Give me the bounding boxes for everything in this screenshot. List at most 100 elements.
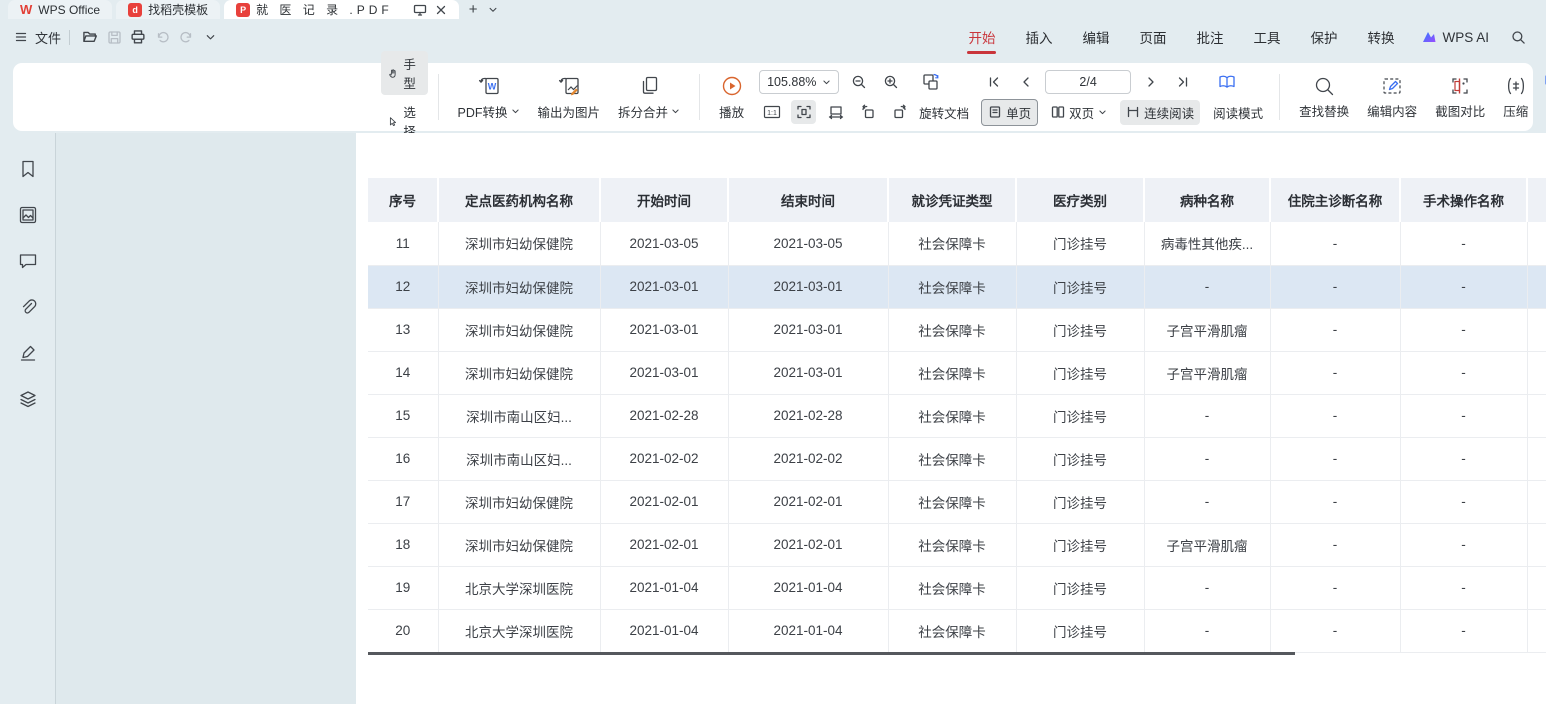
table-row[interactable]: 14深圳市妇幼保健院2021-03-012021-03-01社会保障卡门诊挂号子… — [368, 351, 1546, 394]
cast-screen-icon[interactable] — [413, 3, 427, 17]
menu-item-convert[interactable]: 转换 — [1352, 19, 1409, 55]
hamburger-icon — [14, 30, 28, 44]
page-indicator-input[interactable] — [1045, 70, 1131, 94]
file-menu-button[interactable]: 文件 — [14, 28, 61, 47]
table-row[interactable]: 12深圳市妇幼保健院2021-03-012021-03-01社会保障卡门诊挂号-… — [368, 265, 1546, 308]
table-cell: 子宫平滑肌瘤 — [1144, 523, 1270, 566]
thumbnails-panel-button[interactable] — [14, 201, 42, 229]
print-button[interactable] — [126, 25, 150, 49]
table-row[interactable]: 19北京大学深圳医院2021-01-042021-01-04社会保障卡门诊挂号-… — [368, 566, 1546, 609]
screenshot-compare-icon — [1449, 75, 1471, 97]
tab-document-pdf[interactable]: P 就 医 记 录 .PDF — [224, 0, 459, 19]
column-header: 就诊凭证类型 — [888, 178, 1016, 222]
table-cell: 2021-01-04 — [728, 609, 888, 652]
hand-tool-label: 手型 — [403, 54, 420, 92]
single-page-button[interactable]: 单页 — [981, 99, 1038, 126]
table-cell: 2021-03-01 — [600, 351, 728, 394]
undo-icon — [155, 30, 170, 45]
compress-button[interactable]: 压缩 — [1494, 75, 1537, 120]
tab-list-chevron-icon[interactable] — [488, 5, 498, 15]
table-cell: 门诊挂号 — [1016, 566, 1144, 609]
document-viewport[interactable]: 序号定点医药机构名称开始时间结束时间就诊凭证类型医疗类别病种名称住院主诊断名称手… — [56, 133, 1546, 704]
menu-item-wps-ai[interactable]: WPS AI — [1409, 30, 1501, 45]
zoom-out-button[interactable] — [846, 70, 871, 94]
menu-item-home[interactable]: 开始 — [953, 19, 1010, 55]
zoom-level-dropdown[interactable]: 105.88% — [759, 70, 839, 94]
edit-content-button[interactable]: 编辑内容 — [1358, 75, 1426, 120]
menu-search-button[interactable] — [1501, 30, 1532, 45]
table-cell: - — [1400, 437, 1527, 480]
table-row[interactable]: 18深圳市妇幼保健院2021-02-012021-02-01社会保障卡门诊挂号子… — [368, 523, 1546, 566]
prev-page-button[interactable] — [1013, 70, 1038, 94]
table-cell: 15 — [368, 394, 438, 437]
tab-wps-office[interactable]: W WPS Office — [8, 0, 112, 19]
next-page-button[interactable] — [1138, 70, 1163, 94]
read-mode-top-button[interactable] — [1214, 70, 1239, 94]
hand-icon — [388, 66, 398, 81]
table-cell: 深圳市妇幼保健院 — [438, 523, 600, 566]
table-cell: - — [1400, 351, 1527, 394]
divider — [438, 74, 439, 120]
menu-item-protect[interactable]: 保护 — [1295, 19, 1352, 55]
table-cell: 2021-03-01 — [728, 308, 888, 351]
find-replace-button[interactable]: 查找替换 — [1290, 75, 1358, 120]
hand-tool-button[interactable]: 手型 — [381, 51, 428, 95]
table-cell: 2021-01-04 — [600, 566, 728, 609]
rotate-doc-label[interactable]: 旋转文档 — [919, 103, 969, 122]
column-header: 结束时间 — [728, 178, 888, 222]
table-cell: 社会保障卡 — [888, 351, 1016, 394]
continuous-read-button[interactable]: 连续阅读 — [1120, 100, 1200, 125]
fit-page-button[interactable] — [791, 100, 816, 124]
divider — [1279, 74, 1280, 120]
table-cell: 深圳市妇幼保健院 — [438, 351, 600, 394]
quick-access-chevron[interactable] — [198, 25, 222, 49]
comments-panel-button[interactable] — [14, 247, 42, 275]
layers-panel-button[interactable] — [14, 385, 42, 413]
table-cell: 2021-03-01 — [728, 351, 888, 394]
first-page-button[interactable] — [981, 70, 1006, 94]
play-button[interactable]: 播放 — [710, 74, 753, 121]
table-cell: 深圳市妇幼保健院 — [438, 222, 600, 265]
new-tab-plus-icon[interactable]: + — [469, 2, 478, 17]
split-merge-button[interactable]: 拆分合并 — [609, 74, 689, 121]
menu-item-edit[interactable]: 编辑 — [1067, 19, 1124, 55]
last-page-button[interactable] — [1170, 70, 1195, 94]
column-header: 病种名称 — [1144, 178, 1270, 222]
double-page-button[interactable]: 双页 — [1045, 100, 1113, 125]
table-row[interactable]: 17深圳市妇幼保健院2021-02-012021-02-01社会保障卡门诊挂号-… — [368, 480, 1546, 523]
table-cell: 深圳市妇幼保健院 — [438, 265, 600, 308]
chevron-down-icon — [511, 107, 520, 116]
attachments-panel-button[interactable] — [14, 293, 42, 321]
rotate-right-button[interactable] — [887, 100, 912, 124]
table-cell: 2021-02-01 — [600, 480, 728, 523]
bookmarks-panel-button[interactable] — [14, 155, 42, 183]
close-icon[interactable] — [435, 4, 447, 16]
signature-panel-button[interactable] — [14, 339, 42, 367]
pdf-convert-button[interactable]: W PDF转换 — [449, 74, 529, 121]
save-button[interactable] — [102, 25, 126, 49]
table-row[interactable]: 20北京大学深圳医院2021-01-042021-01-04社会保障卡门诊挂号-… — [368, 609, 1546, 652]
table-row[interactable]: 11深圳市妇幼保健院2021-03-052021-03-05社会保障卡门诊挂号病… — [368, 222, 1546, 265]
menu-item-insert[interactable]: 插入 — [1010, 19, 1067, 55]
rotate-pages-button[interactable] — [918, 70, 943, 94]
zoom-in-button[interactable] — [878, 70, 903, 94]
export-image-button[interactable]: 输出为图片 — [529, 74, 610, 121]
table-row[interactable]: 13深圳市妇幼保健院2021-03-012021-03-01社会保障卡门诊挂号子… — [368, 308, 1546, 351]
undo-button[interactable] — [150, 25, 174, 49]
tab-docer-templates[interactable]: d 找稻壳模板 — [116, 0, 220, 19]
screenshot-compare-button[interactable]: 截图对比 — [1426, 75, 1494, 120]
redo-button[interactable] — [174, 25, 198, 49]
pdf-convert-label: PDF转换 — [458, 102, 508, 121]
menu-item-page[interactable]: 页面 — [1124, 19, 1181, 55]
fit-width-button[interactable] — [823, 100, 848, 124]
menu-item-annotate[interactable]: 批注 — [1181, 19, 1238, 55]
table-cell: 18 — [368, 523, 438, 566]
rotate-left-button[interactable] — [855, 100, 880, 124]
read-mode-button[interactable]: 阅读模式 — [1207, 100, 1269, 125]
open-file-button[interactable] — [78, 25, 102, 49]
actual-size-button[interactable]: 1:1 — [759, 100, 784, 124]
table-cell: 社会保障卡 — [888, 265, 1016, 308]
table-row[interactable]: 16深圳市南山区妇...2021-02-022021-02-02社会保障卡门诊挂… — [368, 437, 1546, 480]
table-row[interactable]: 15深圳市南山区妇...2021-02-282021-02-28社会保障卡门诊挂… — [368, 394, 1546, 437]
menu-item-tools[interactable]: 工具 — [1238, 19, 1295, 55]
